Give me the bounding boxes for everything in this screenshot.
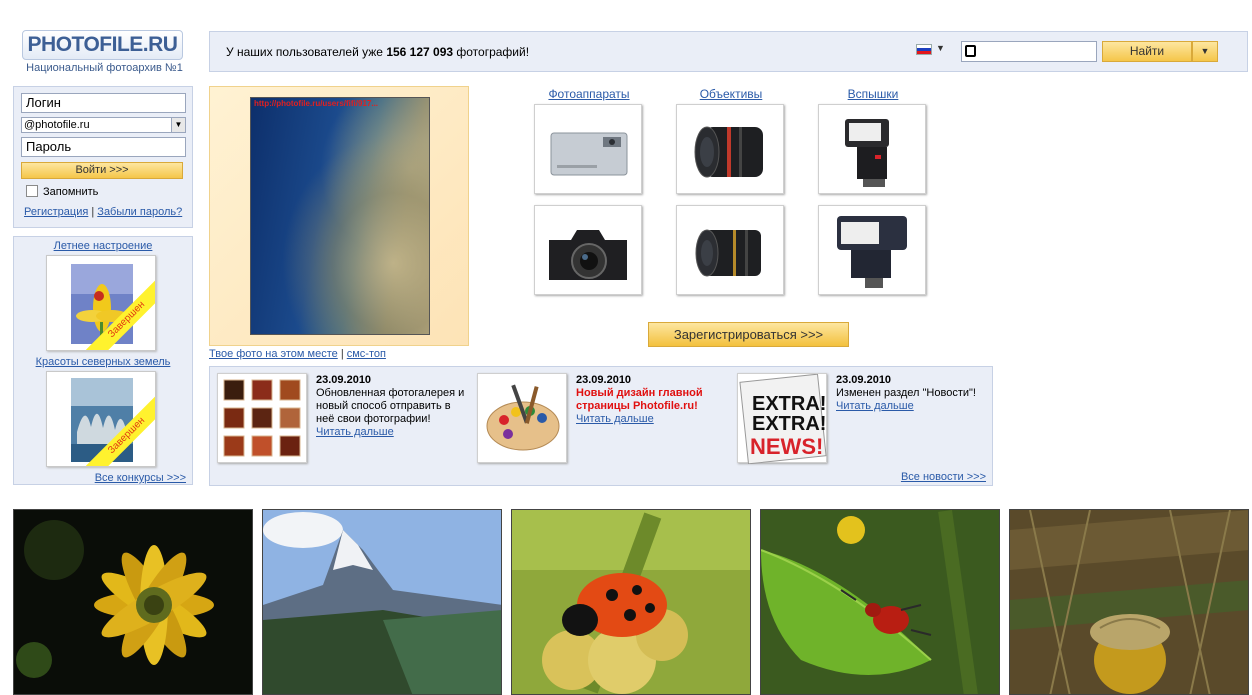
- news-text: Обновленная фотогалерея и новый способ о…: [316, 387, 465, 425]
- site-logo[interactable]: PHOTOFILE.RU: [22, 30, 183, 60]
- read-more-link[interactable]: Читать дальше: [836, 400, 986, 413]
- search-field-icon: [965, 45, 976, 57]
- featured-photo-links: Твое фото на этом месте | смс-топ: [209, 348, 386, 360]
- news-item: 23.09.2010 Новый дизайн главной страницы…: [576, 374, 726, 426]
- password-input[interactable]: Пароль: [21, 137, 186, 157]
- photo-acorn[interactable]: [1009, 509, 1249, 695]
- login-links: Регистрация | Забыли пароль?: [24, 206, 183, 218]
- photo-count: 156 127 093: [386, 45, 454, 59]
- logo-text: PHOTOFILE.RU: [27, 33, 178, 56]
- zoom-lens-icon[interactable]: [676, 104, 784, 194]
- camera-flash-icon[interactable]: [818, 104, 926, 194]
- news-item: 23.09.2010 Обновленная фотогалерея и нов…: [316, 374, 466, 439]
- login-panel: Логин @photofile.ru ▼ Пароль Войти >>> З…: [13, 86, 193, 228]
- telephoto-lens-icon[interactable]: [676, 205, 784, 295]
- dslr-camera-icon[interactable]: [534, 205, 642, 295]
- featured-photo-frame: http://photofile.ru/users/fifi/917...: [209, 86, 469, 346]
- russian-flag-icon[interactable]: [916, 44, 932, 55]
- site-tagline: Национальный фотоархив №1: [26, 62, 183, 74]
- category-flashes-link[interactable]: Вспышки: [818, 87, 928, 101]
- login-input[interactable]: Логин: [21, 93, 186, 113]
- news-item: 23.09.2010 Изменен раздел "Новости"! Чит…: [836, 374, 986, 413]
- extra-news-icon[interactable]: EXTRA! EXTRA! NEWS!: [737, 373, 827, 465]
- news-text: Новый дизайн главной страницы Photofile.…: [576, 387, 703, 412]
- search-options-dropdown[interactable]: ▼: [1192, 41, 1218, 62]
- all-news-link[interactable]: Все новости >>>: [901, 471, 986, 483]
- photo-ladybug[interactable]: [511, 509, 751, 695]
- remember-checkbox[interactable]: [26, 185, 38, 197]
- svg-text:EXTRA!: EXTRA!: [752, 393, 826, 415]
- contests-panel: Летнее настроение Завершен Красоты север…: [13, 236, 193, 485]
- chevron-down-icon: ▼: [171, 118, 185, 132]
- search-button[interactable]: Найти: [1102, 41, 1192, 62]
- photo-mountain[interactable]: [262, 509, 502, 695]
- photo-yellow-flower[interactable]: [13, 509, 253, 695]
- compact-camera-icon[interactable]: [534, 104, 642, 194]
- all-contests-link[interactable]: Все конкурсы >>>: [95, 472, 186, 484]
- news-date: 23.09.2010: [576, 374, 632, 386]
- remember-me[interactable]: Запомнить: [26, 185, 98, 198]
- your-photo-here-link[interactable]: Твое фото на этом месте: [209, 348, 338, 360]
- read-more-link[interactable]: Читать дальше: [576, 413, 726, 426]
- sms-top-link[interactable]: смс-топ: [347, 348, 386, 360]
- category-cameras-link[interactable]: Фотоаппараты: [534, 87, 644, 101]
- featured-photo[interactable]: [250, 97, 430, 335]
- contest-thumbnail[interactable]: Завершен: [46, 255, 156, 351]
- forgot-password-link[interactable]: Забыли пароль?: [97, 206, 182, 218]
- contest-thumbnail[interactable]: Завершен: [46, 371, 156, 467]
- contest-title[interactable]: Красоты северных земель: [14, 356, 192, 368]
- news-panel: 23.09.2010 Обновленная фотогалерея и нов…: [209, 366, 993, 486]
- news-date: 23.09.2010: [836, 374, 892, 386]
- domain-select[interactable]: @photofile.ru ▼: [21, 117, 186, 133]
- register-link[interactable]: Регистрация: [24, 206, 88, 218]
- contest-title[interactable]: Летнее настроение: [14, 240, 192, 252]
- category-lenses-link[interactable]: Объективы: [676, 87, 786, 101]
- featured-photo-watermark: http://photofile.ru/users/fifi/917...: [254, 99, 379, 108]
- top-bar: У наших пользователей уже 156 127 093 фо…: [209, 31, 1248, 72]
- sony-flash-icon[interactable]: [818, 205, 926, 295]
- search-input[interactable]: [961, 41, 1097, 62]
- register-button[interactable]: Зарегистрироваться >>>: [648, 322, 849, 347]
- login-button[interactable]: Войти >>>: [21, 162, 183, 179]
- language-dropdown-arrow-icon[interactable]: ▼: [936, 43, 945, 53]
- svg-text:EXTRA!: EXTRA!: [752, 413, 826, 435]
- photo-red-beetle-on-leaf[interactable]: [760, 509, 1000, 695]
- news-date: 23.09.2010: [316, 374, 372, 386]
- photo-count-message: У наших пользователей уже 156 127 093 фо…: [226, 45, 530, 59]
- news-text: Изменен раздел "Новости"!: [836, 387, 976, 399]
- svg-text:NEWS!: NEWS!: [750, 434, 823, 459]
- paint-palette-icon[interactable]: [477, 373, 567, 463]
- read-more-link[interactable]: Читать дальше: [316, 426, 466, 439]
- photo-gallery-icon[interactable]: [217, 373, 307, 463]
